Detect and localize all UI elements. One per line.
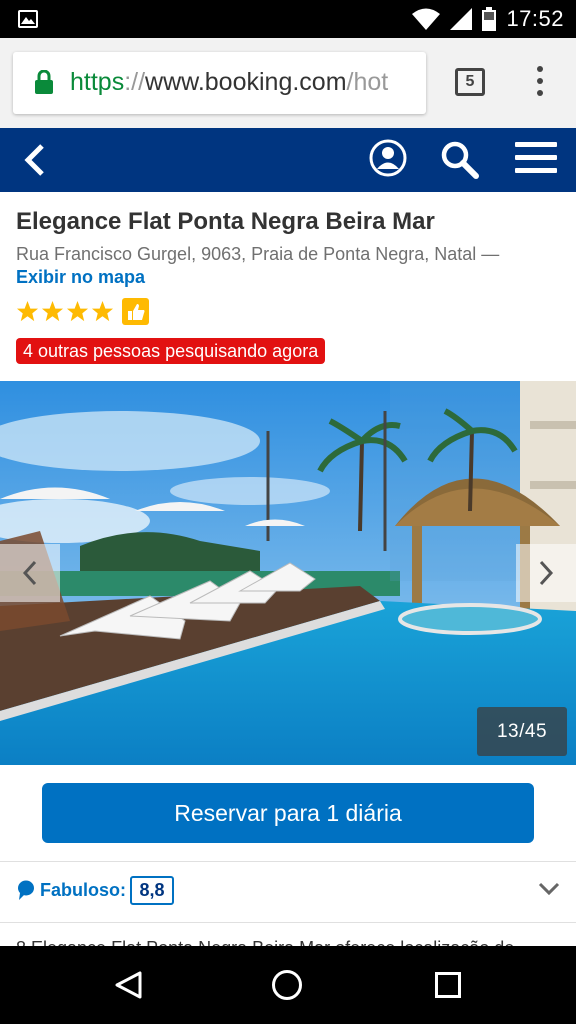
wifi-icon bbox=[412, 8, 441, 30]
url-path: /hot bbox=[346, 68, 389, 96]
chevron-right-icon bbox=[539, 560, 554, 586]
chevron-left-icon bbox=[22, 560, 37, 586]
speech-bubble-icon bbox=[18, 880, 34, 900]
url-host: www.booking.com bbox=[145, 68, 347, 96]
previous-photo-button[interactable] bbox=[0, 544, 60, 602]
site-header bbox=[0, 128, 576, 192]
chevron-down-icon bbox=[538, 882, 560, 896]
review-score-row[interactable]: Fabuloso: 8,8 bbox=[0, 862, 576, 922]
review-score-badge: 8,8 bbox=[130, 876, 174, 905]
url-bar[interactable]: https://www.booking.com/hot bbox=[13, 52, 426, 114]
system-navigation-bar bbox=[0, 946, 576, 1024]
system-home-icon[interactable] bbox=[272, 970, 302, 1000]
star-icon bbox=[41, 300, 64, 322]
url-scheme: https bbox=[70, 68, 125, 96]
browser-menu-button[interactable] bbox=[530, 66, 550, 100]
system-back-icon[interactable] bbox=[114, 970, 144, 1000]
menu-icon[interactable] bbox=[515, 142, 557, 176]
star-icon bbox=[66, 300, 89, 322]
photo-counter: 13/45 bbox=[477, 707, 567, 756]
lock-icon bbox=[35, 70, 53, 94]
tab-switcher-button[interactable]: 5 bbox=[455, 68, 485, 96]
show-on-map-link[interactable]: Exibir no mapa bbox=[16, 267, 145, 288]
reserve-button[interactable]: Reservar para 1 diária bbox=[42, 783, 534, 843]
next-photo-button[interactable] bbox=[516, 544, 576, 602]
search-icon[interactable] bbox=[440, 140, 480, 180]
review-label: Fabuloso: bbox=[40, 880, 126, 900]
url-text: https://www.booking.com/hot bbox=[70, 68, 388, 97]
system-recents-icon[interactable] bbox=[435, 972, 461, 998]
divider bbox=[0, 922, 576, 923]
account-icon[interactable] bbox=[368, 138, 408, 178]
hotel-name: Elegance Flat Ponta Negra Beira Mar bbox=[16, 208, 435, 235]
browser-toolbar: https://www.booking.com/hot 5 bbox=[0, 38, 576, 128]
clock: 17:52 bbox=[506, 6, 564, 31]
status-bar: 17:52 bbox=[0, 0, 576, 38]
hotel-info: Elegance Flat Ponta Negra Beira Mar Rua … bbox=[0, 192, 576, 381]
star-icon bbox=[16, 300, 39, 322]
url-separator: :// bbox=[124, 68, 146, 96]
battery-icon bbox=[482, 7, 497, 31]
back-chevron-icon[interactable] bbox=[22, 142, 46, 178]
thumbs-up-icon bbox=[122, 298, 149, 325]
star-icon bbox=[91, 300, 114, 322]
image-notification-icon bbox=[18, 10, 38, 28]
signal-icon bbox=[450, 8, 473, 30]
photo-gallery[interactable]: 13/45 bbox=[0, 381, 576, 765]
star-rating bbox=[16, 298, 149, 325]
reserve-section: Reservar para 1 diária bbox=[0, 765, 576, 861]
viewers-alert-badge: 4 outras pessoas pesquisando agora bbox=[16, 338, 326, 364]
hotel-address: Rua Francisco Gurgel, 9063, Praia de Pon… bbox=[16, 244, 500, 264]
